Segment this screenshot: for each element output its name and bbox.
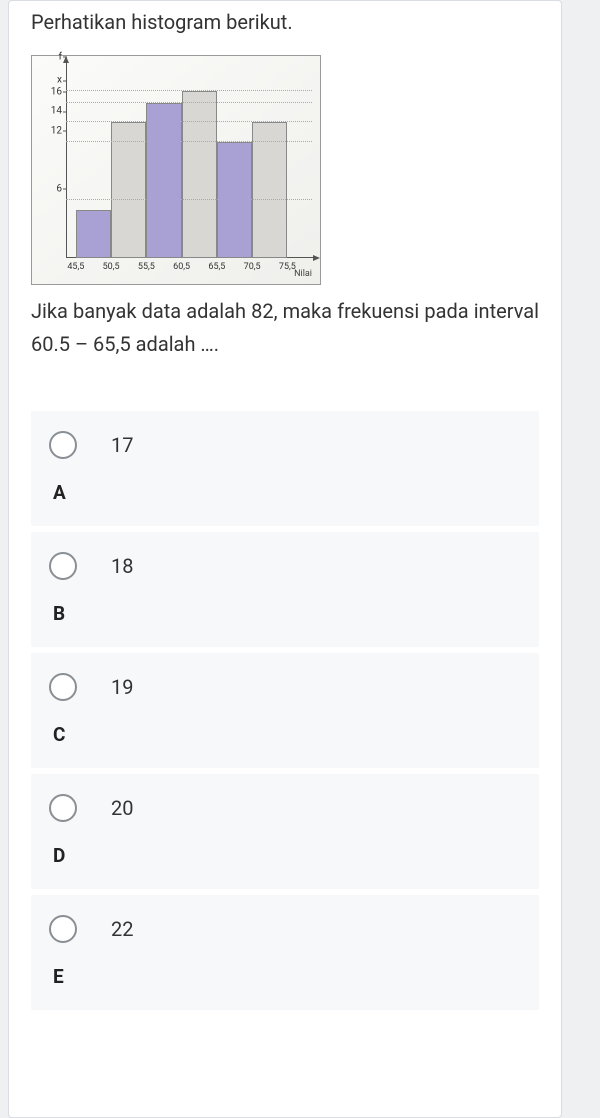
answer-option-e[interactable]: 22 E bbox=[31, 895, 539, 1010]
y-tick-label: 12 bbox=[51, 125, 66, 136]
option-letter: C bbox=[53, 723, 521, 746]
x-tick-label: 55,5 bbox=[138, 258, 155, 272]
answer-option-c[interactable]: 19 C bbox=[31, 653, 539, 768]
y-tick-label: 6 bbox=[56, 183, 66, 194]
option-letter: E bbox=[53, 965, 521, 988]
option-letter: B bbox=[53, 602, 521, 625]
chart-ylabel: f bbox=[59, 51, 66, 62]
question-text: Jika banyak data adalah 82, maka frekuen… bbox=[31, 295, 539, 361]
y-tick-label: x bbox=[57, 75, 66, 86]
radio-icon[interactable] bbox=[49, 794, 77, 822]
answer-option-d[interactable]: 20 D bbox=[31, 774, 539, 889]
option-value: 22 bbox=[111, 917, 133, 941]
x-tick-label: 70,5 bbox=[244, 258, 261, 272]
histogram-bar bbox=[111, 122, 146, 258]
radio-icon[interactable] bbox=[49, 431, 77, 459]
question-card: Perhatikan histogram berikut. 6 12 14 16x f 4… bbox=[8, 0, 562, 1118]
answer-options: 17 A 18 B 19 C 20 D 22 E bbox=[31, 411, 539, 1010]
radio-icon[interactable] bbox=[49, 552, 77, 580]
option-value: 18 bbox=[111, 554, 133, 578]
option-value: 17 bbox=[111, 433, 133, 457]
x-tick-label: 65,5 bbox=[208, 258, 225, 272]
y-tick-label: 14 bbox=[51, 106, 66, 117]
answer-option-b[interactable]: 18 B bbox=[31, 532, 539, 647]
option-letter: A bbox=[53, 481, 521, 504]
answer-option-a[interactable]: 17 A bbox=[31, 411, 539, 526]
radio-icon[interactable] bbox=[49, 673, 77, 701]
histogram-bar bbox=[182, 91, 217, 258]
intro-text: Perhatikan histogram berikut. bbox=[31, 1, 539, 37]
option-value: 20 bbox=[111, 796, 133, 820]
histogram-bar bbox=[252, 122, 287, 258]
histogram-bar bbox=[146, 103, 181, 258]
y-tick-label: 16 bbox=[51, 86, 66, 97]
option-value: 19 bbox=[111, 675, 133, 699]
histogram-bar bbox=[76, 210, 111, 259]
option-letter: D bbox=[53, 844, 521, 867]
x-tick-label: 45,5 bbox=[67, 258, 84, 272]
chart-xlabel: Nilai bbox=[294, 269, 312, 279]
histogram-chart: 6121416xf45,550,555,560,565,570,575,5 Ni… bbox=[31, 55, 321, 285]
x-tick-label: 60,5 bbox=[173, 258, 190, 272]
radio-icon[interactable] bbox=[49, 915, 77, 943]
x-tick-label: 50,5 bbox=[103, 258, 120, 272]
